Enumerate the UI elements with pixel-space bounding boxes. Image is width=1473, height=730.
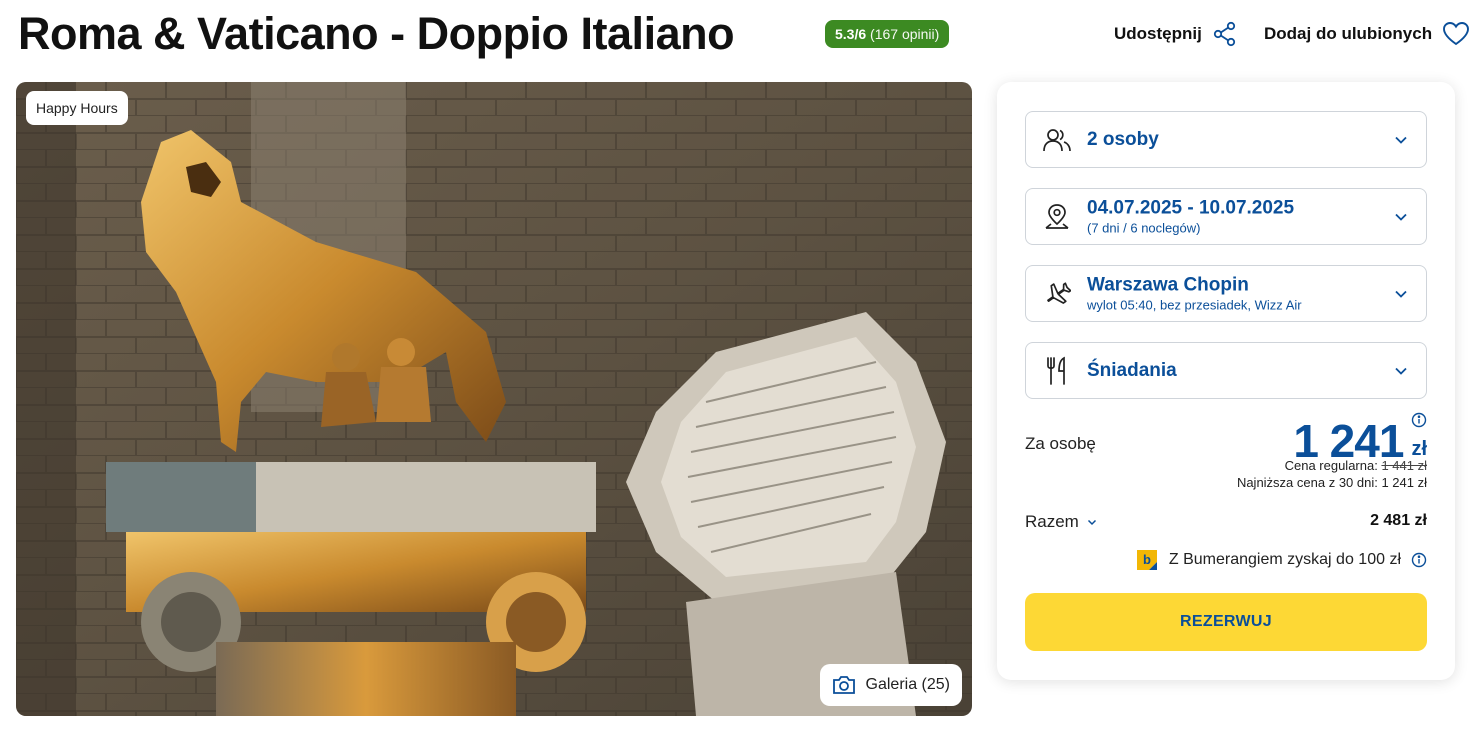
share-button[interactable]: Udostępnij — [1114, 20, 1238, 48]
bumerang-promo: b Z Bumerangiem zyskaj do 100 zł — [1135, 548, 1427, 572]
favorite-label: Dodaj do ulubionych — [1264, 24, 1433, 43]
share-icon — [1213, 21, 1235, 47]
board-value: Śniadania — [1087, 359, 1177, 381]
persons-select[interactable]: 2 osoby — [1025, 111, 1427, 168]
bumerang-text: Z Bumerangiem zyskaj do 100 zł — [1168, 551, 1401, 568]
plane-icon — [1042, 279, 1072, 309]
bumerang-info-icon[interactable] — [1411, 552, 1427, 568]
persons-icon — [1042, 125, 1072, 155]
dates-sub: (7 dni / 6 noclegów) — [1087, 220, 1201, 235]
regular-price-value: 1 441 zł — [1381, 458, 1427, 473]
she-wolf-statue-image — [16, 82, 972, 716]
chevron-down-icon — [1395, 136, 1407, 144]
bumerang-logo-icon: b — [1136, 550, 1157, 570]
hero-photo[interactable]: Happy Hours Galeria (25) — [16, 82, 972, 716]
board-select[interactable]: Śniadania — [1025, 342, 1427, 399]
total-label: Razem — [1025, 512, 1079, 531]
per-person-label: Za osobę — [1025, 434, 1096, 453]
departure-select[interactable]: Warszawa Chopin wylot 05:40, bez przesia… — [1025, 265, 1427, 322]
total-value: 2 481 zł — [1370, 512, 1427, 529]
cutlery-icon — [1042, 356, 1072, 386]
rating-count: (167 opinii) — [870, 26, 940, 42]
calendar-pin-icon — [1042, 202, 1072, 232]
chevron-down-icon — [1395, 367, 1407, 375]
departure-value: Warszawa Chopin — [1087, 274, 1249, 295]
chevron-down-icon — [1087, 519, 1096, 525]
chevron-down-icon — [1395, 213, 1407, 221]
gallery-label: Galeria (25) — [865, 676, 950, 693]
dates-value: 04.07.2025 - 10.07.2025 — [1087, 197, 1295, 218]
heart-icon — [1443, 22, 1470, 46]
share-label: Udostępnij — [1114, 24, 1202, 43]
page-title: Roma & Vaticano - Doppio Italiano — [18, 8, 735, 59]
favorite-button[interactable]: Dodaj do ulubionych — [1264, 20, 1470, 48]
regular-price: Cena regularna: 1 441 zł — [1285, 458, 1427, 473]
gallery-button[interactable]: Galeria (25) — [819, 664, 962, 706]
chevron-down-icon — [1395, 290, 1407, 298]
total-toggle[interactable]: Razem — [1025, 512, 1097, 532]
happy-hours-badge: Happy Hours — [26, 91, 128, 125]
reserve-button[interactable]: REZERWUJ — [1025, 593, 1427, 651]
booking-panel: 2 osoby 04.07.2025 - 10.07.2025 (7 dni /… — [997, 82, 1455, 680]
regular-price-label: Cena regularna: — [1284, 458, 1378, 473]
rating-score: 5.3/6 — [835, 26, 867, 42]
rating-badge[interactable]: 5.3/6 (167 opinii) — [825, 20, 950, 48]
departure-sub: wylot 05:40, bez przesiadek, Wizz Air — [1087, 297, 1302, 312]
persons-value: 2 osoby — [1087, 128, 1159, 150]
dates-select[interactable]: 04.07.2025 - 10.07.2025 (7 dni / 6 nocle… — [1025, 188, 1427, 245]
lowest-price-30-days: Najniższa cena z 30 dni: 1 241 zł — [1236, 475, 1427, 490]
camera-icon — [832, 676, 855, 694]
svg-text:b: b — [1143, 552, 1151, 567]
